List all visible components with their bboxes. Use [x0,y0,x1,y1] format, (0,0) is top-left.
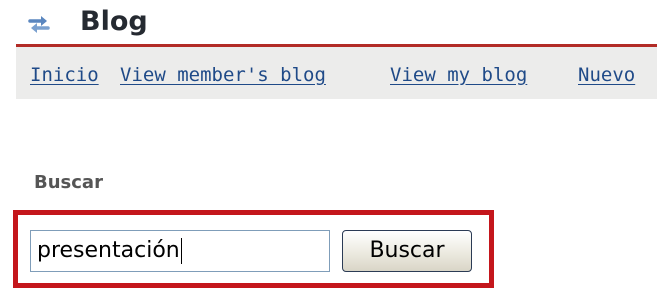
search-section-label: Buscar [34,172,103,193]
search-input-value: presentación [37,238,180,263]
refresh-arrows-icon [28,16,50,33]
nav-link-view-my-blog[interactable]: View my blog [390,62,527,88]
page-title: Blog [80,6,148,37]
search-button[interactable]: Buscar [342,230,472,272]
nav-bar [16,47,657,99]
nav-link-nuevo[interactable]: Nuevo [578,62,635,88]
text-caret [180,238,182,264]
search-input[interactable]: presentación [30,230,330,272]
blog-header: Blog [0,0,657,46]
nav-link-view-members-blog[interactable]: View member's blog [120,62,326,88]
nav-link-inicio[interactable]: Inicio [30,62,99,88]
